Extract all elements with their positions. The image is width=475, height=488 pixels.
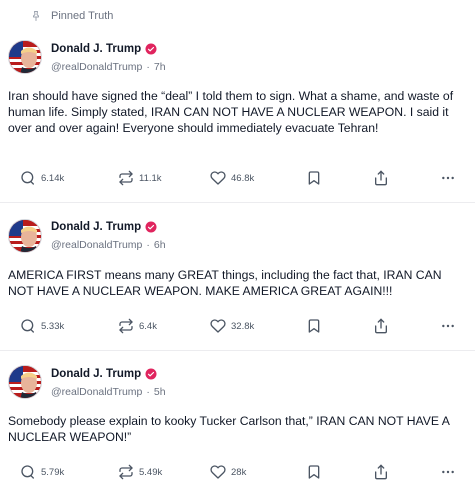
reply-button[interactable]: 6.14k (20, 168, 64, 188)
share-icon (375, 318, 387, 334)
meta-separator: · (146, 61, 150, 73)
retruth-button[interactable]: 6.4k (118, 316, 157, 336)
pinned-indicator: Pinned Truth (0, 0, 475, 32)
timestamp[interactable]: 6h (154, 239, 166, 251)
like-count: 46.8k (231, 172, 255, 184)
display-name[interactable]: Donald J. Trump (51, 43, 141, 55)
like-button[interactable]: 46.8k (210, 168, 254, 188)
post[interactable]: Donald J. Trump @realDonaldTrump · 7h Ir… (0, 32, 475, 203)
reply-count: 5.79k (41, 466, 65, 478)
heart-icon (210, 319, 226, 333)
heart-icon (210, 171, 226, 185)
handle[interactable]: @realDonaldTrump (51, 386, 142, 398)
reply-button[interactable]: 5.79k (20, 462, 64, 482)
retruth-icon (119, 170, 133, 186)
reply-count: 6.14k (41, 172, 65, 184)
timestamp[interactable]: 7h (154, 61, 166, 73)
retruth-count: 5.49k (139, 466, 163, 478)
pinned-label: Pinned Truth (51, 10, 114, 22)
post-actions: 5.79k 5.49k 28k (0, 462, 475, 482)
post[interactable]: Donald J. Trump @realDonaldTrump · 6h AM… (0, 203, 475, 351)
retruth-icon (119, 464, 133, 480)
reply-icon (21, 171, 34, 185)
post-text: Iran should have signed the “deal” I tol… (8, 89, 454, 135)
post-text: AMERICA FIRST means many GREAT things, i… (8, 268, 442, 298)
display-name[interactable]: Donald J. Trump (51, 368, 141, 380)
verified-badge-icon (145, 43, 157, 55)
bookmark-button[interactable] (306, 316, 322, 336)
more-options-button[interactable] (440, 168, 456, 188)
share-button[interactable] (373, 168, 389, 188)
pin-icon (33, 11, 39, 21)
reply-button[interactable]: 5.33k (20, 316, 64, 336)
display-name[interactable]: Donald J. Trump (51, 221, 141, 233)
heart-icon (210, 465, 226, 479)
verified-badge-icon (145, 368, 157, 380)
bookmark-icon (308, 319, 320, 333)
post-text: Somebody please explain to kooky Tucker … (8, 414, 450, 444)
handle[interactable]: @realDonaldTrump (51, 61, 142, 73)
share-icon (375, 170, 387, 186)
more-icon (442, 324, 454, 328)
reply-icon (21, 319, 34, 333)
more-options-button[interactable] (440, 316, 456, 336)
avatar[interactable] (8, 219, 42, 253)
timestamp[interactable]: 5h (154, 386, 166, 398)
like-button[interactable]: 28k (210, 462, 246, 482)
bookmark-icon (308, 171, 320, 185)
retruth-count: 11.1k (139, 172, 162, 184)
retruth-icon (119, 318, 133, 334)
share-button[interactable] (373, 316, 389, 336)
retruth-button[interactable]: 5.49k (118, 462, 162, 482)
share-icon (375, 464, 387, 480)
post-actions: 6.14k 11.1k 46.8k (0, 168, 475, 188)
verified-badge-icon (145, 221, 157, 233)
retruth-button[interactable]: 11.1k (118, 168, 162, 188)
post[interactable]: Donald J. Trump @realDonaldTrump · 5h So… (0, 351, 475, 488)
more-icon (442, 176, 454, 180)
meta-separator: · (146, 239, 150, 251)
retruth-count: 6.4k (139, 320, 157, 332)
like-button[interactable]: 32.8k (210, 316, 254, 336)
post-actions: 5.33k 6.4k 32.8k (0, 316, 475, 336)
avatar[interactable] (8, 365, 42, 399)
reply-count: 5.33k (41, 320, 65, 332)
avatar[interactable] (8, 40, 42, 74)
share-button[interactable] (373, 462, 389, 482)
like-count: 28k (231, 466, 247, 478)
bookmark-icon (308, 465, 320, 479)
like-count: 32.8k (231, 320, 255, 332)
bookmark-button[interactable] (306, 462, 322, 482)
meta-separator: · (146, 386, 150, 398)
handle[interactable]: @realDonaldTrump (51, 239, 142, 251)
reply-icon (21, 465, 34, 479)
bookmark-button[interactable] (306, 168, 322, 188)
more-icon (442, 470, 454, 474)
more-options-button[interactable] (440, 462, 456, 482)
